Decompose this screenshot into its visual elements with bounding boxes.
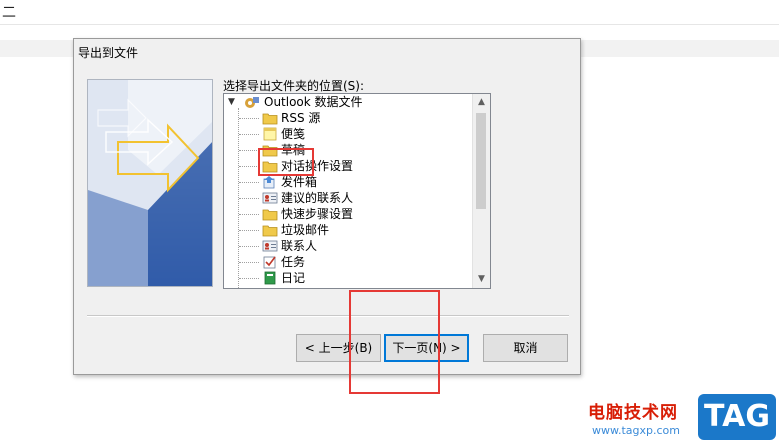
folder-select-label: 选择导出文件夹的位置(S):	[223, 79, 365, 93]
cancel-button[interactable]: 取消	[483, 334, 568, 362]
tree-item-label: 垃圾邮件	[281, 223, 330, 237]
tree-item-label: 联系人	[281, 239, 318, 253]
scroll-thumb[interactable]	[476, 113, 486, 209]
tree-root-outlook-data-file[interactable]: ▼ Outlook 数据文件	[224, 94, 472, 110]
folder-icon	[262, 111, 278, 125]
dialog-title: 导出到文件	[78, 46, 139, 60]
tree-item-label: RSS 源	[281, 111, 321, 125]
task-icon	[262, 255, 278, 269]
scroll-up-icon[interactable]: ▲	[473, 94, 490, 111]
tree-root-label: Outlook 数据文件	[264, 95, 363, 109]
tree-item-label: 快速步骤设置	[281, 207, 354, 221]
folder-icon	[262, 207, 278, 221]
watermark-logo: TAG	[698, 394, 776, 440]
tree-item-label: 便笺	[281, 127, 306, 141]
background-glyph: 二	[2, 5, 16, 21]
tree-item-label: 任务	[281, 255, 306, 269]
collapse-toggle-icon[interactable]: ▼	[228, 94, 235, 110]
export-dialog: 导出到文件 选择导出文件夹的位置(S): ▼ Outlook 数据文件 RSS …	[73, 38, 581, 375]
contact-card-icon	[262, 239, 278, 253]
contact-card-icon	[262, 191, 278, 205]
watermark-text: 电脑技术网	[588, 403, 678, 423]
tree-item-label: 建议的联系人	[281, 191, 354, 205]
highlight-box-next-button	[349, 290, 440, 394]
highlight-box-drafts	[258, 148, 314, 176]
dialog-separator	[87, 315, 569, 317]
folder-tree[interactable]: ▼ Outlook 数据文件 RSS 源 便笺 草稿 对话操作设置 发件箱 建议…	[223, 93, 491, 289]
background-divider	[0, 24, 779, 25]
tree-scrollbar[interactable]: ▲ ▼	[472, 94, 490, 288]
folder-icon	[262, 223, 278, 237]
wizard-illustration	[87, 79, 213, 287]
scroll-down-icon[interactable]: ▼	[473, 271, 490, 288]
journal-icon	[262, 271, 278, 285]
sticky-note-icon	[262, 127, 278, 141]
watermark-url: www.tagxp.com	[592, 424, 680, 437]
outbox-icon	[262, 175, 278, 189]
data-file-icon	[244, 95, 260, 109]
tree-item-label: 日记	[281, 271, 306, 285]
wizard-illustration-graphic	[88, 80, 212, 286]
tree-item-label: 发件箱	[281, 175, 318, 189]
